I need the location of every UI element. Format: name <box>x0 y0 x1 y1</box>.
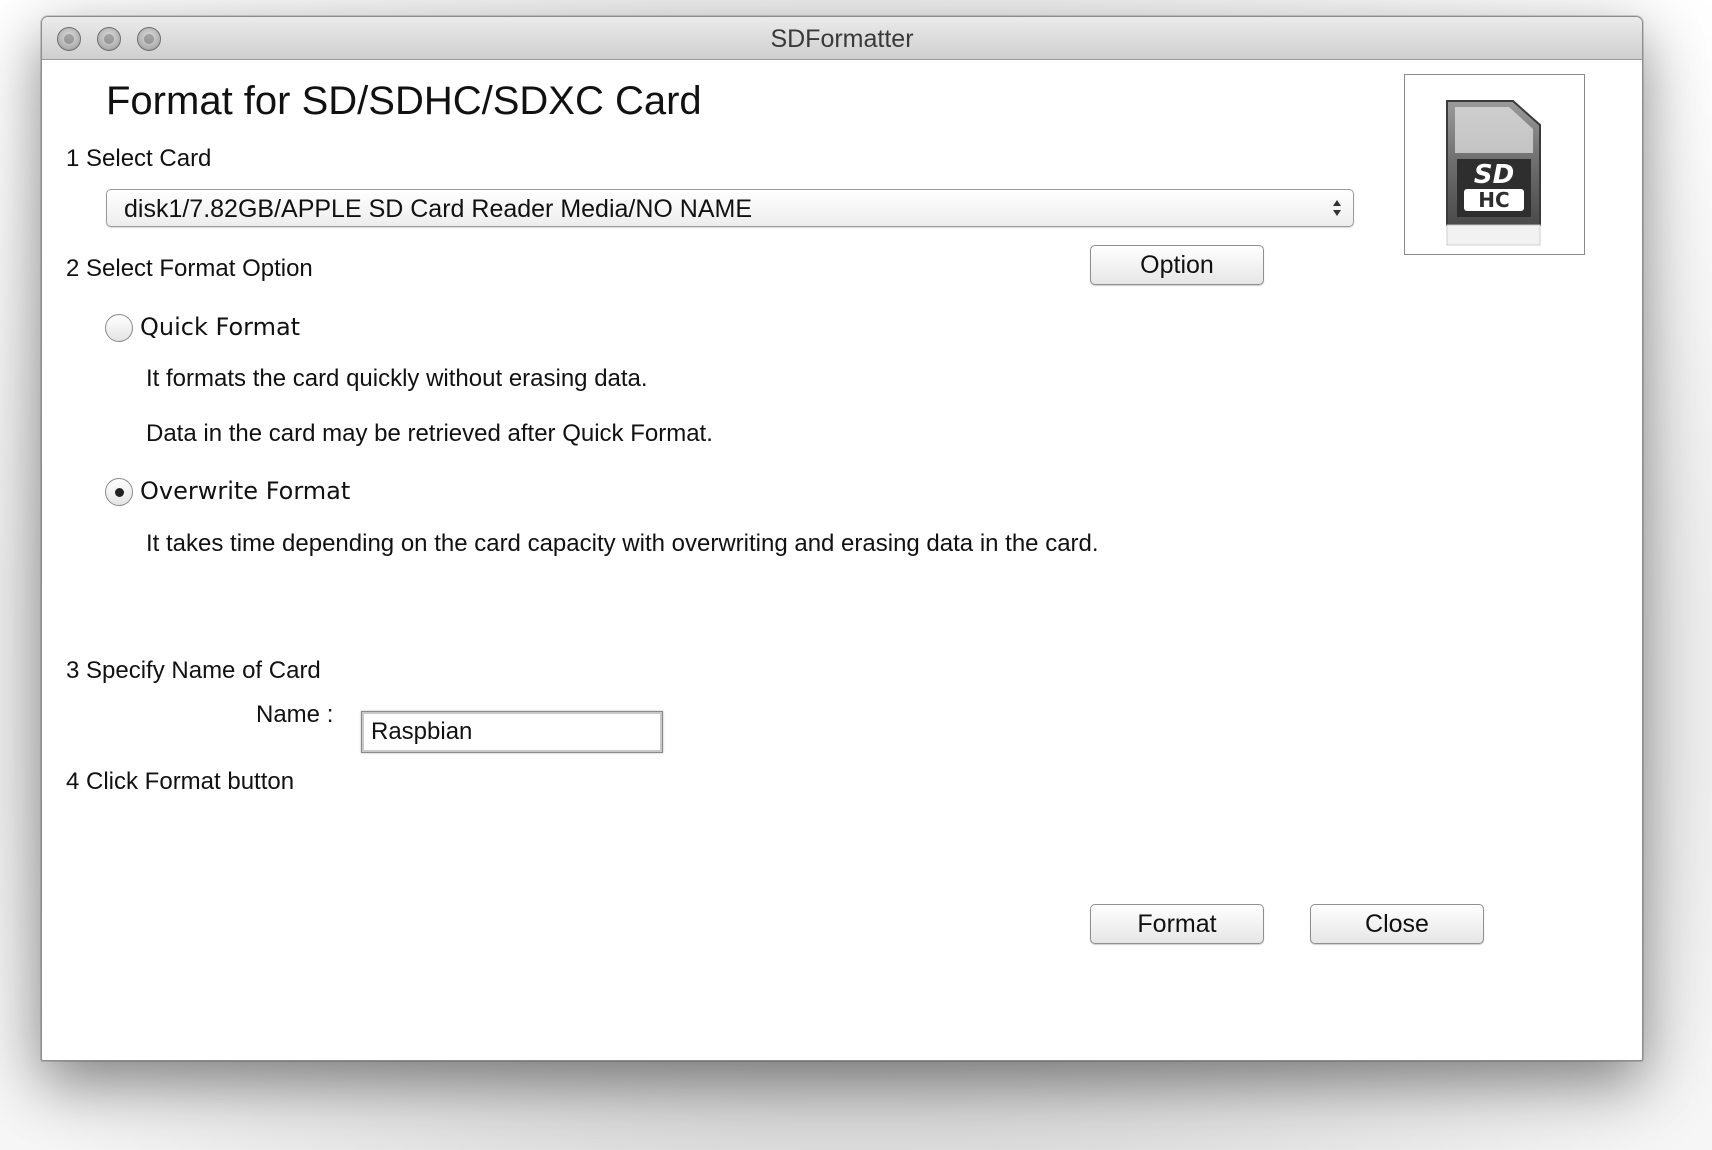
quick-format-radio[interactable] <box>105 314 133 342</box>
quick-format-label[interactable]: Quick Format <box>140 313 300 341</box>
page-heading: Format for SD/SDHC/SDXC Card <box>106 79 702 123</box>
name-field-label: Name : <box>256 701 334 728</box>
svg-text:HC: HC <box>1478 188 1509 212</box>
step-select-format-label: 2 Select Format Option <box>66 255 313 282</box>
option-button[interactable]: Option <box>1090 245 1264 285</box>
title-bar[interactable]: SDFormatter <box>42 17 1642 60</box>
sd-logo-frame: SD HC <box>1404 74 1585 255</box>
select-arrows-icon <box>1333 200 1341 216</box>
close-button[interactable]: Close <box>1310 904 1484 944</box>
format-button[interactable]: Format <box>1090 904 1264 944</box>
overwrite-format-description: It takes time depending on the card capa… <box>146 530 1099 557</box>
overwrite-format-radio[interactable] <box>105 478 133 506</box>
sdhc-card-icon: SD HC <box>1446 100 1541 246</box>
overwrite-format-label[interactable]: Overwrite Format <box>140 477 350 505</box>
card-select-value: disk1/7.82GB/APPLE SD Card Reader Media/… <box>124 195 753 223</box>
step-click-format-label: 4 Click Format button <box>66 768 295 795</box>
window-title: SDFormatter <box>770 25 914 53</box>
svg-text:SD: SD <box>1474 160 1514 190</box>
radio-selected-dot <box>115 488 124 497</box>
card-select-dropdown[interactable]: disk1/7.82GB/APPLE SD Card Reader Media/… <box>106 189 1354 227</box>
quick-format-description-1: It formats the card quickly without eras… <box>146 365 648 392</box>
step-select-card-label: 1 Select Card <box>66 145 212 172</box>
sdformatter-window: SDFormatter Format for SD/SDHC/SDXC Card… <box>41 16 1643 1061</box>
card-name-input[interactable] <box>361 711 663 753</box>
quick-format-description-2: Data in the card may be retrieved after … <box>146 420 713 447</box>
step-specify-name-label: 3 Specify Name of Card <box>66 657 321 684</box>
